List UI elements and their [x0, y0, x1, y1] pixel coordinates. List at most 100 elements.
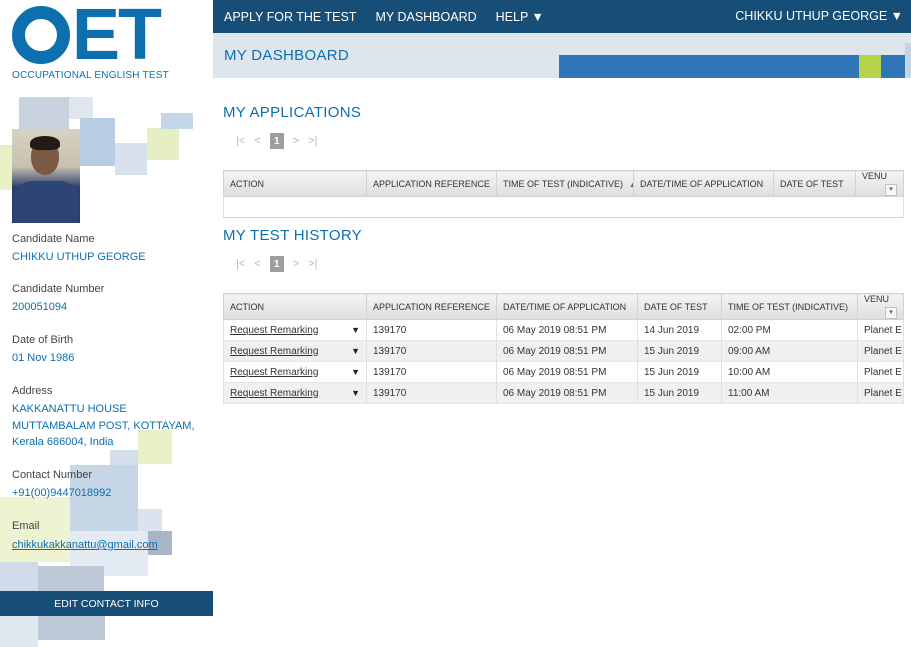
pager-next-button[interactable]: >	[293, 258, 299, 270]
cell-test-date: 15 Jun 2019	[637, 382, 722, 404]
candidate-number-label: Candidate Number	[12, 283, 105, 295]
cell-application-datetime: 06 May 2019 08:51 PM	[496, 340, 638, 362]
cell-venue: Planet E	[857, 382, 904, 404]
header-accent-bar	[559, 55, 859, 78]
cell-application-datetime: 06 May 2019 08:51 PM	[496, 319, 638, 341]
column-header-action[interactable]: ACTION	[223, 170, 367, 197]
oet-logo: E T OCCUPATIONAL ENGLISH TEST	[12, 0, 172, 84]
header-accent-bar	[905, 43, 911, 78]
cell-test-time: 09:00 AM	[721, 340, 858, 362]
top-navigation: APPLY FOR THE TEST MY DASHBOARD HELP ▼ C…	[213, 0, 911, 33]
cell-venue: Planet E	[857, 340, 904, 362]
cell-venue: Planet E	[857, 361, 904, 383]
nav-apply-for-test[interactable]: APPLY FOR THE TEST	[224, 10, 356, 24]
decor-square	[0, 145, 12, 190]
decor-square	[69, 97, 93, 119]
request-remarking-link[interactable]: Request Remarking	[230, 367, 318, 378]
cell-application-reference: 139170	[366, 382, 497, 404]
decor-square	[138, 430, 172, 464]
candidate-photo	[12, 129, 80, 223]
decor-square	[147, 128, 179, 160]
column-header-venue[interactable]: VENU ▾	[857, 293, 904, 320]
dob-value: 01 Nov 1986	[12, 352, 75, 364]
pager-last-button[interactable]: >|	[308, 135, 317, 147]
cell-application-reference: 139170	[366, 340, 497, 362]
row-action-dropdown-icon[interactable]: ▼	[351, 325, 360, 335]
decor-square	[138, 509, 162, 531]
cell-test-time: 02:00 PM	[721, 319, 858, 341]
column-header-application-reference[interactable]: APPLICATION REFERENCE	[366, 293, 497, 320]
column-header-date-of-test[interactable]: DATE OF TEST	[637, 293, 722, 320]
column-header-action[interactable]: ACTION	[223, 293, 367, 320]
column-menu-icon[interactable]: ▾	[885, 184, 897, 196]
table-row: Request Remarking ▼ 139170 06 May 2019 08…	[223, 361, 904, 383]
pager-next-button[interactable]: >	[293, 135, 299, 147]
header-accent-bar	[881, 55, 905, 78]
cell-test-time: 10:00 AM	[721, 361, 858, 383]
request-remarking-link[interactable]: Request Remarking	[230, 325, 318, 336]
cell-venue: Planet E	[857, 319, 904, 341]
pager-prev-button[interactable]: <	[254, 258, 260, 270]
sort-ascending-icon: ▲	[629, 182, 632, 189]
column-header-time-of-test[interactable]: TIME OF TEST (INDICATIVE)	[721, 293, 858, 320]
candidate-name-label: Candidate Name	[12, 233, 95, 245]
address-line-2: MUTTAMBALAM POST, KOTTAYAM,	[12, 420, 195, 432]
decor-square	[115, 143, 147, 175]
column-header-date-time-of-application[interactable]: DATE/TIME OF APPLICATION	[633, 170, 774, 197]
column-menu-icon[interactable]: ▾	[885, 307, 897, 319]
column-header-date-time-of-application[interactable]: DATE/TIME OF APPLICATION	[496, 293, 638, 320]
dob-label: Date of Birth	[12, 334, 74, 346]
logo-tagline: OCCUPATIONAL ENGLISH TEST	[12, 70, 169, 81]
email-link[interactable]: chikkukakkanattu@gmail.com	[12, 537, 158, 553]
address-label: Address	[12, 385, 53, 397]
cell-application-datetime: 06 May 2019 08:51 PM	[496, 361, 638, 383]
request-remarking-link[interactable]: Request Remarking	[230, 346, 318, 357]
column-header-application-reference[interactable]: APPLICATION REFERENCE	[366, 170, 497, 197]
page-header: MY DASHBOARD	[213, 33, 911, 78]
contact-number: +91(00)9447018992	[12, 487, 112, 499]
decor-square	[38, 566, 104, 592]
edit-contact-info-button[interactable]: EDIT CONTACT INFO	[0, 591, 213, 616]
table-row: Request Remarking ▼ 139170 06 May 2019 08…	[223, 319, 904, 341]
my-applications-title: MY APPLICATIONS	[223, 104, 362, 121]
candidate-sidebar: E T OCCUPATIONAL ENGLISH TEST Candidate …	[0, 0, 214, 647]
applications-pager: |< < 1 > >|	[236, 133, 317, 149]
my-test-history-title: MY TEST HISTORY	[223, 227, 362, 244]
applications-table: ACTION APPLICATION REFERENCE TIME OF TES…	[223, 170, 904, 218]
decor-square	[0, 616, 38, 647]
candidate-number: 200051094	[12, 301, 68, 313]
empty-table-row	[223, 196, 904, 218]
cell-test-time: 11:00 AM	[721, 382, 858, 404]
request-remarking-link[interactable]: Request Remarking	[230, 388, 318, 399]
pager-first-button[interactable]: |<	[236, 258, 245, 270]
email-label: Email	[12, 520, 40, 532]
pager-first-button[interactable]: |<	[236, 135, 245, 147]
decor-square	[38, 616, 105, 640]
page-title: MY DASHBOARD	[224, 47, 350, 64]
row-action-dropdown-icon[interactable]: ▼	[351, 346, 360, 356]
cell-application-reference: 139170	[366, 361, 497, 383]
test-history-table: ACTION APPLICATION REFERENCE DATE/TIME O…	[223, 293, 904, 404]
row-action-dropdown-icon[interactable]: ▼	[351, 367, 360, 377]
logo-letter-o	[12, 6, 70, 64]
contact-number-label: Contact Number	[12, 469, 93, 481]
column-header-venue[interactable]: VENU ▾	[855, 170, 904, 197]
pager-current-page[interactable]: 1	[269, 256, 284, 272]
decor-square	[161, 113, 193, 129]
cell-test-date: 14 Jun 2019	[637, 319, 722, 341]
cell-test-date: 15 Jun 2019	[637, 340, 722, 362]
pager-last-button[interactable]: >|	[308, 258, 317, 270]
user-menu[interactable]: CHIKKU UTHUP GEORGE ▼	[735, 9, 903, 23]
decor-square	[80, 118, 115, 166]
column-header-date-of-test[interactable]: DATE OF TEST	[773, 170, 856, 197]
candidate-name: CHIKKU UTHUP GEORGE	[12, 251, 146, 263]
nav-my-dashboard[interactable]: MY DASHBOARD	[375, 10, 476, 24]
pager-current-page[interactable]: 1	[269, 133, 284, 149]
pager-prev-button[interactable]: <	[254, 135, 260, 147]
address-line-3: Kerala 686004, India	[12, 436, 114, 448]
nav-help-menu[interactable]: HELP ▼	[496, 10, 544, 24]
table-row: Request Remarking ▼ 139170 06 May 2019 08…	[223, 382, 904, 404]
column-header-time-of-test[interactable]: TIME OF TEST (INDICATIVE)▲	[496, 170, 634, 197]
row-action-dropdown-icon[interactable]: ▼	[351, 388, 360, 398]
cell-application-datetime: 06 May 2019 08:51 PM	[496, 382, 638, 404]
